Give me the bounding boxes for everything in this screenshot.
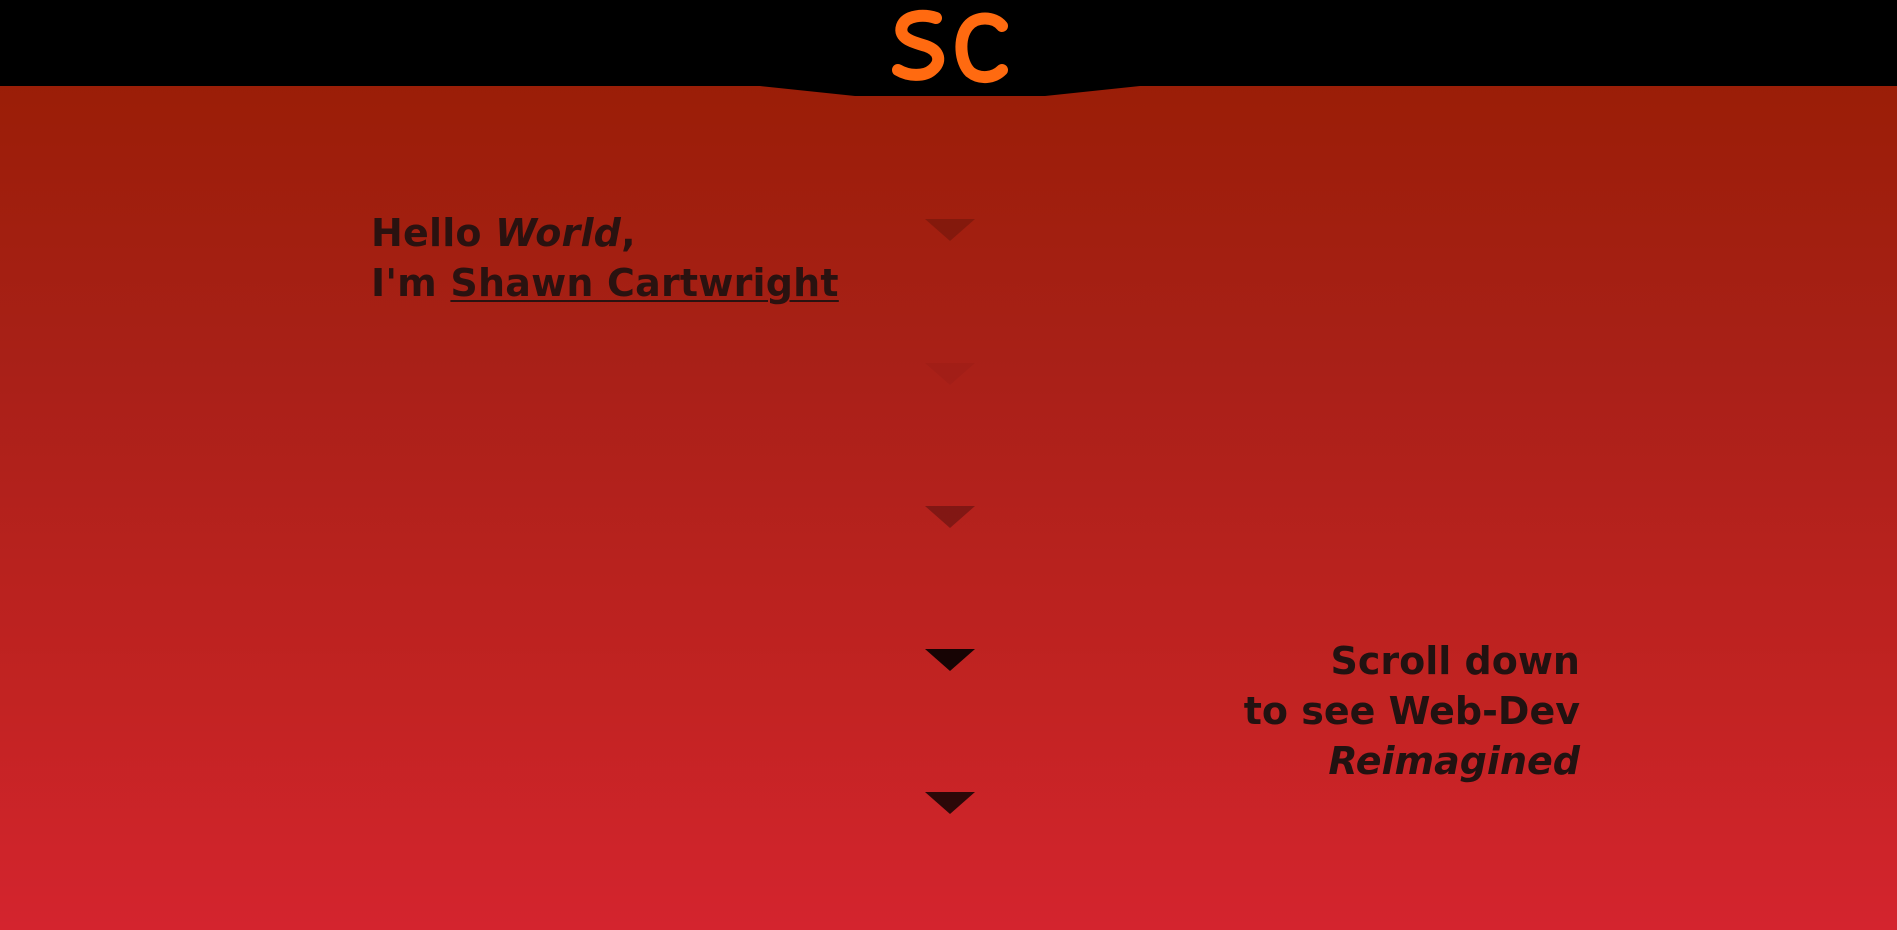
- scroll-note-line-3: Reimagined: [1244, 736, 1580, 786]
- triangle-down-icon[interactable]: [925, 649, 975, 671]
- triangle-down-icon: [925, 792, 975, 814]
- hero-line-1: Hello World,: [371, 208, 839, 258]
- triangle-down-icon: [925, 506, 975, 528]
- scroll-note-line-2: to see Web-Dev: [1243, 689, 1580, 733]
- hero-line-2: I'm Shawn Cartwright: [371, 258, 839, 308]
- comma-text: ,: [621, 211, 636, 255]
- world-text: World: [495, 211, 622, 255]
- hello-text: Hello: [371, 211, 496, 255]
- name-link[interactable]: Shawn Cartwright: [450, 261, 838, 305]
- scroll-note: Scroll down to see Web-Dev Reimagined: [1244, 636, 1580, 786]
- scroll-note-line-1: Scroll down: [1330, 639, 1581, 683]
- reimagined-text: Reimagined: [1328, 739, 1580, 783]
- im-text: I'm: [371, 261, 451, 305]
- sc-logo[interactable]: [884, 6, 1014, 88]
- sc-logo-mark: [892, 9, 1008, 83]
- hero-greeting: Hello World, I'm Shawn Cartwright: [371, 208, 839, 308]
- triangle-down-icon: [925, 363, 975, 385]
- triangle-down-icon: [925, 219, 975, 241]
